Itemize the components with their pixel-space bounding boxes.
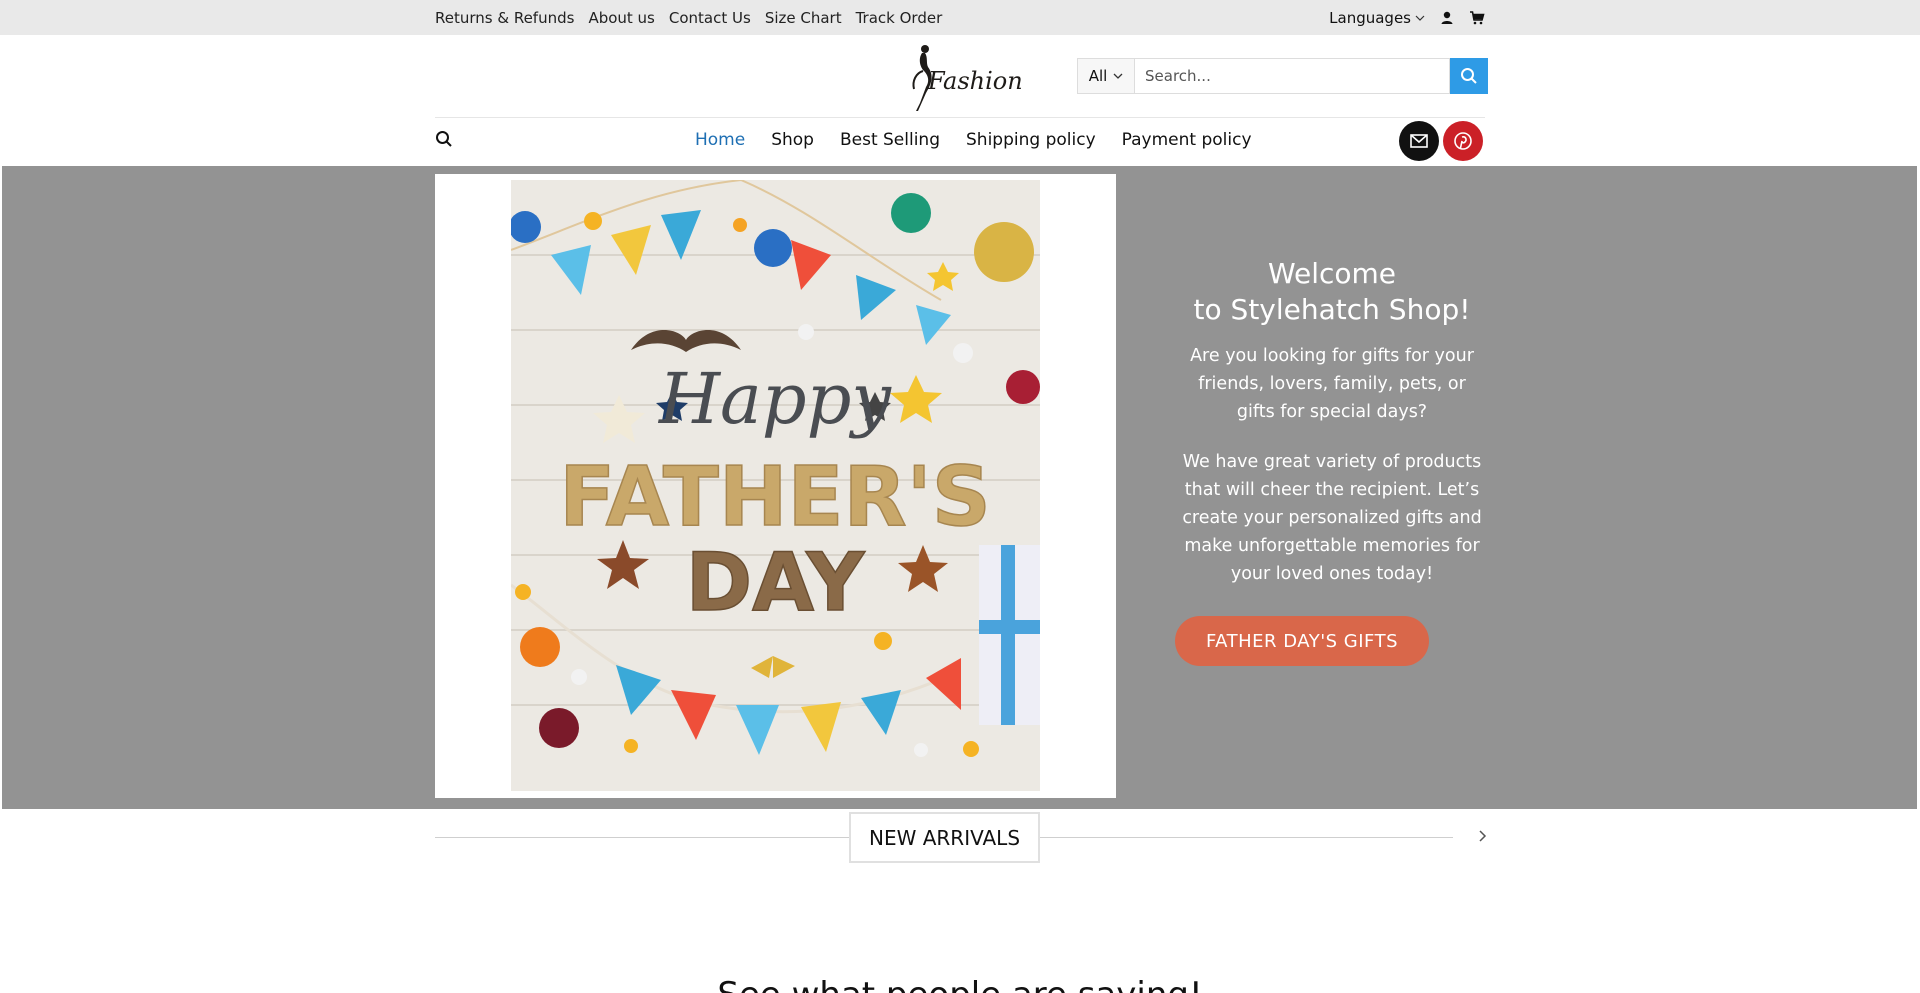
new-arrivals-heading: NEW ARRIVALS <box>849 812 1040 863</box>
user-icon[interactable] <box>1439 10 1455 26</box>
nav-items: Home Shop Best Selling Shipping policy P… <box>695 117 1252 162</box>
top-right-tools: Languages <box>1329 9 1485 27</box>
top-link-track-order[interactable]: Track Order <box>856 9 943 27</box>
hero-title-line1: Welcome <box>1267 257 1397 290</box>
cart-icon[interactable] <box>1469 10 1485 26</box>
hero-title: Welcome to Stylehatch Shop! <box>1177 256 1487 328</box>
hero-paragraph-1: Are you looking for gifts for your frien… <box>1190 346 1474 422</box>
nav-item-best-selling[interactable]: Best Selling <box>840 130 940 150</box>
top-bar-inner: Returns & Refunds About us Contact Us Si… <box>435 0 1485 35</box>
hero-paragraph-2: We have great variety of products that w… <box>1182 452 1482 584</box>
image-text-fathers: FATHER'S <box>559 450 991 545</box>
fathers-day-illustration: Happy FATHER'S DAY <box>511 180 1040 791</box>
search-category-select[interactable]: All <box>1077 58 1135 94</box>
top-link-about[interactable]: About us <box>588 9 654 27</box>
testimonials-heading: See what people are saying! <box>0 975 1920 993</box>
hero-text-block: Welcome to Stylehatch Shop! Are you look… <box>1177 256 1487 588</box>
site-logo[interactable]: Fashion <box>898 39 1023 113</box>
top-bar: Returns & Refunds About us Contact Us Si… <box>0 0 1920 35</box>
search-icon[interactable] <box>435 130 453 148</box>
fathers-day-image[interactable]: Happy FATHER'S DAY <box>511 180 1040 791</box>
search-category-value: All <box>1088 67 1108 85</box>
hero-title-line2: to Stylehatch Shop! <box>1193 293 1471 326</box>
chevron-down-icon <box>1415 15 1425 21</box>
nav-item-shop[interactable]: Shop <box>771 130 814 150</box>
chevron-right-icon[interactable] <box>1476 826 1490 846</box>
hero-image-frame: Happy FATHER'S DAY <box>435 174 1116 798</box>
image-text-day: DAY <box>686 536 866 629</box>
father-day-gifts-button[interactable]: FATHER DAY'S GIFTS <box>1175 616 1429 666</box>
top-link-contact[interactable]: Contact Us <box>669 9 751 27</box>
mail-icon <box>1410 134 1428 148</box>
top-link-size-chart[interactable]: Size Chart <box>765 9 842 27</box>
top-links: Returns & Refunds About us Contact Us Si… <box>435 9 942 27</box>
pinterest-button[interactable] <box>1443 121 1483 161</box>
search-input[interactable] <box>1135 58 1450 94</box>
search-icon <box>1461 68 1477 84</box>
nav-item-shipping-policy[interactable]: Shipping policy <box>966 130 1096 150</box>
logo-text: Fashion <box>928 67 1023 95</box>
hero-banner: Happy FATHER'S DAY Welcome to Stylehatch… <box>2 166 1917 809</box>
nav-item-payment-policy[interactable]: Payment policy <box>1122 130 1252 150</box>
languages-label: Languages <box>1329 8 1411 27</box>
pinterest-icon <box>1454 132 1472 150</box>
search-bar: All <box>1077 58 1488 94</box>
search-button[interactable] <box>1450 58 1488 94</box>
languages-dropdown[interactable]: Languages <box>1329 9 1425 27</box>
site-header: Fashion All <box>0 35 1920 117</box>
top-link-returns[interactable]: Returns & Refunds <box>435 9 574 27</box>
mail-button[interactable] <box>1399 121 1439 161</box>
image-text-happy: Happy <box>657 358 892 440</box>
nav-item-home[interactable]: Home <box>695 130 745 150</box>
main-nav: Home Shop Best Selling Shipping policy P… <box>0 117 1920 162</box>
chevron-down-icon <box>1113 73 1123 79</box>
